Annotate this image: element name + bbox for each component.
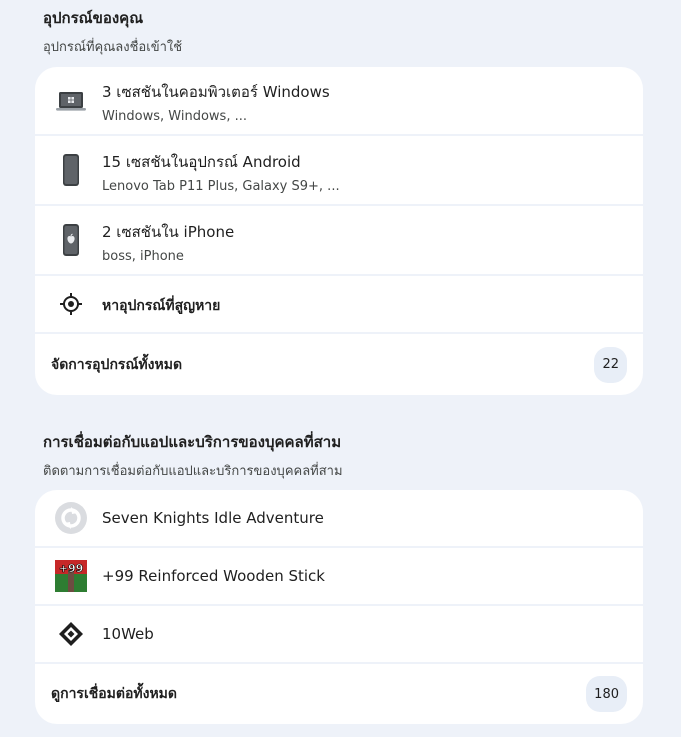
connection-label: 10Web [102, 625, 154, 643]
wooden-stick-app-icon: +99 [55, 560, 87, 592]
device-title: 2 เซสชันใน iPhone [102, 223, 235, 241]
seven-knights-app-icon [55, 502, 87, 534]
devices-header: อุปกรณ์ของคุณ อุปกรณ์ที่คุณลงชื่อเข้าใช้ [43, 6, 182, 57]
find-device-row[interactable]: หาอุปกรณ์ที่สูญหาย [35, 276, 643, 334]
device-row-iphone[interactable]: 2 เซสชันใน iPhone boss, iPhone [35, 206, 643, 276]
android-phone-icon [55, 154, 87, 186]
connection-row[interactable]: Seven Knights Idle Adventure [35, 490, 643, 548]
device-row-windows[interactable]: 3 เซสชันในคอมพิวเตอร์ Windows Windows, W… [35, 67, 643, 136]
svg-text:+99: +99 [59, 562, 84, 575]
view-all-connections-row[interactable]: ดูการเชื่อมต่อทั้งหมด 180 [35, 664, 643, 724]
device-detail: Windows, Windows, ... [102, 109, 247, 124]
device-detail: boss, iPhone [102, 249, 184, 264]
page: อุปกรณ์ของคุณ อุปกรณ์ที่คุณลงชื่อเข้าใช้… [0, 0, 681, 737]
manage-devices-label: จัดการอุปกรณ์ทั้งหมด [51, 356, 183, 373]
devices-count-badge: 22 [594, 346, 627, 383]
device-title: 3 เซสชันในคอมพิวเตอร์ Windows [102, 83, 330, 101]
connections-header: การเชื่อมต่อกับแอปและบริการของบุคคลที่สา… [43, 430, 343, 481]
device-detail: Lenovo Tab P11 Plus, Galaxy S9+, ... [102, 179, 340, 194]
manage-devices-row[interactable]: จัดการอุปกรณ์ทั้งหมด 22 [35, 334, 643, 395]
connection-label: Seven Knights Idle Adventure [102, 509, 324, 527]
find-device-label: หาอุปกรณ์ที่สูญหาย [102, 298, 221, 314]
devices-title: อุปกรณ์ของคุณ [43, 9, 144, 27]
10web-logo-icon [55, 618, 87, 650]
connections-subtitle: ติดตามการเชื่อมต่อกับแอปและบริการของบุคค… [43, 464, 343, 479]
view-all-connections-label: ดูการเชื่อมต่อทั้งหมด [51, 686, 177, 702]
connection-row[interactable]: 10Web [35, 606, 643, 664]
connections-title: การเชื่อมต่อกับแอปและบริการของบุคคลที่สา… [43, 433, 342, 451]
iphone-icon [55, 224, 87, 256]
laptop-icon [55, 85, 87, 117]
connection-row[interactable]: +99 +99 Reinforced Wooden Stick [35, 548, 643, 606]
connections-card: Seven Knights Idle Adventure +99 +99 Rei… [35, 490, 643, 724]
device-title: 15 เซสชันในอุปกรณ์ Android [102, 153, 301, 171]
target-icon [55, 288, 87, 320]
devices-subtitle: อุปกรณ์ที่คุณลงชื่อเข้าใช้ [43, 40, 183, 55]
connections-count-badge: 180 [586, 676, 627, 712]
device-row-android[interactable]: 15 เซสชันในอุปกรณ์ Android Lenovo Tab P1… [35, 136, 643, 206]
connection-label: +99 Reinforced Wooden Stick [102, 567, 325, 585]
devices-card: 3 เซสชันในคอมพิวเตอร์ Windows Windows, W… [35, 67, 643, 395]
